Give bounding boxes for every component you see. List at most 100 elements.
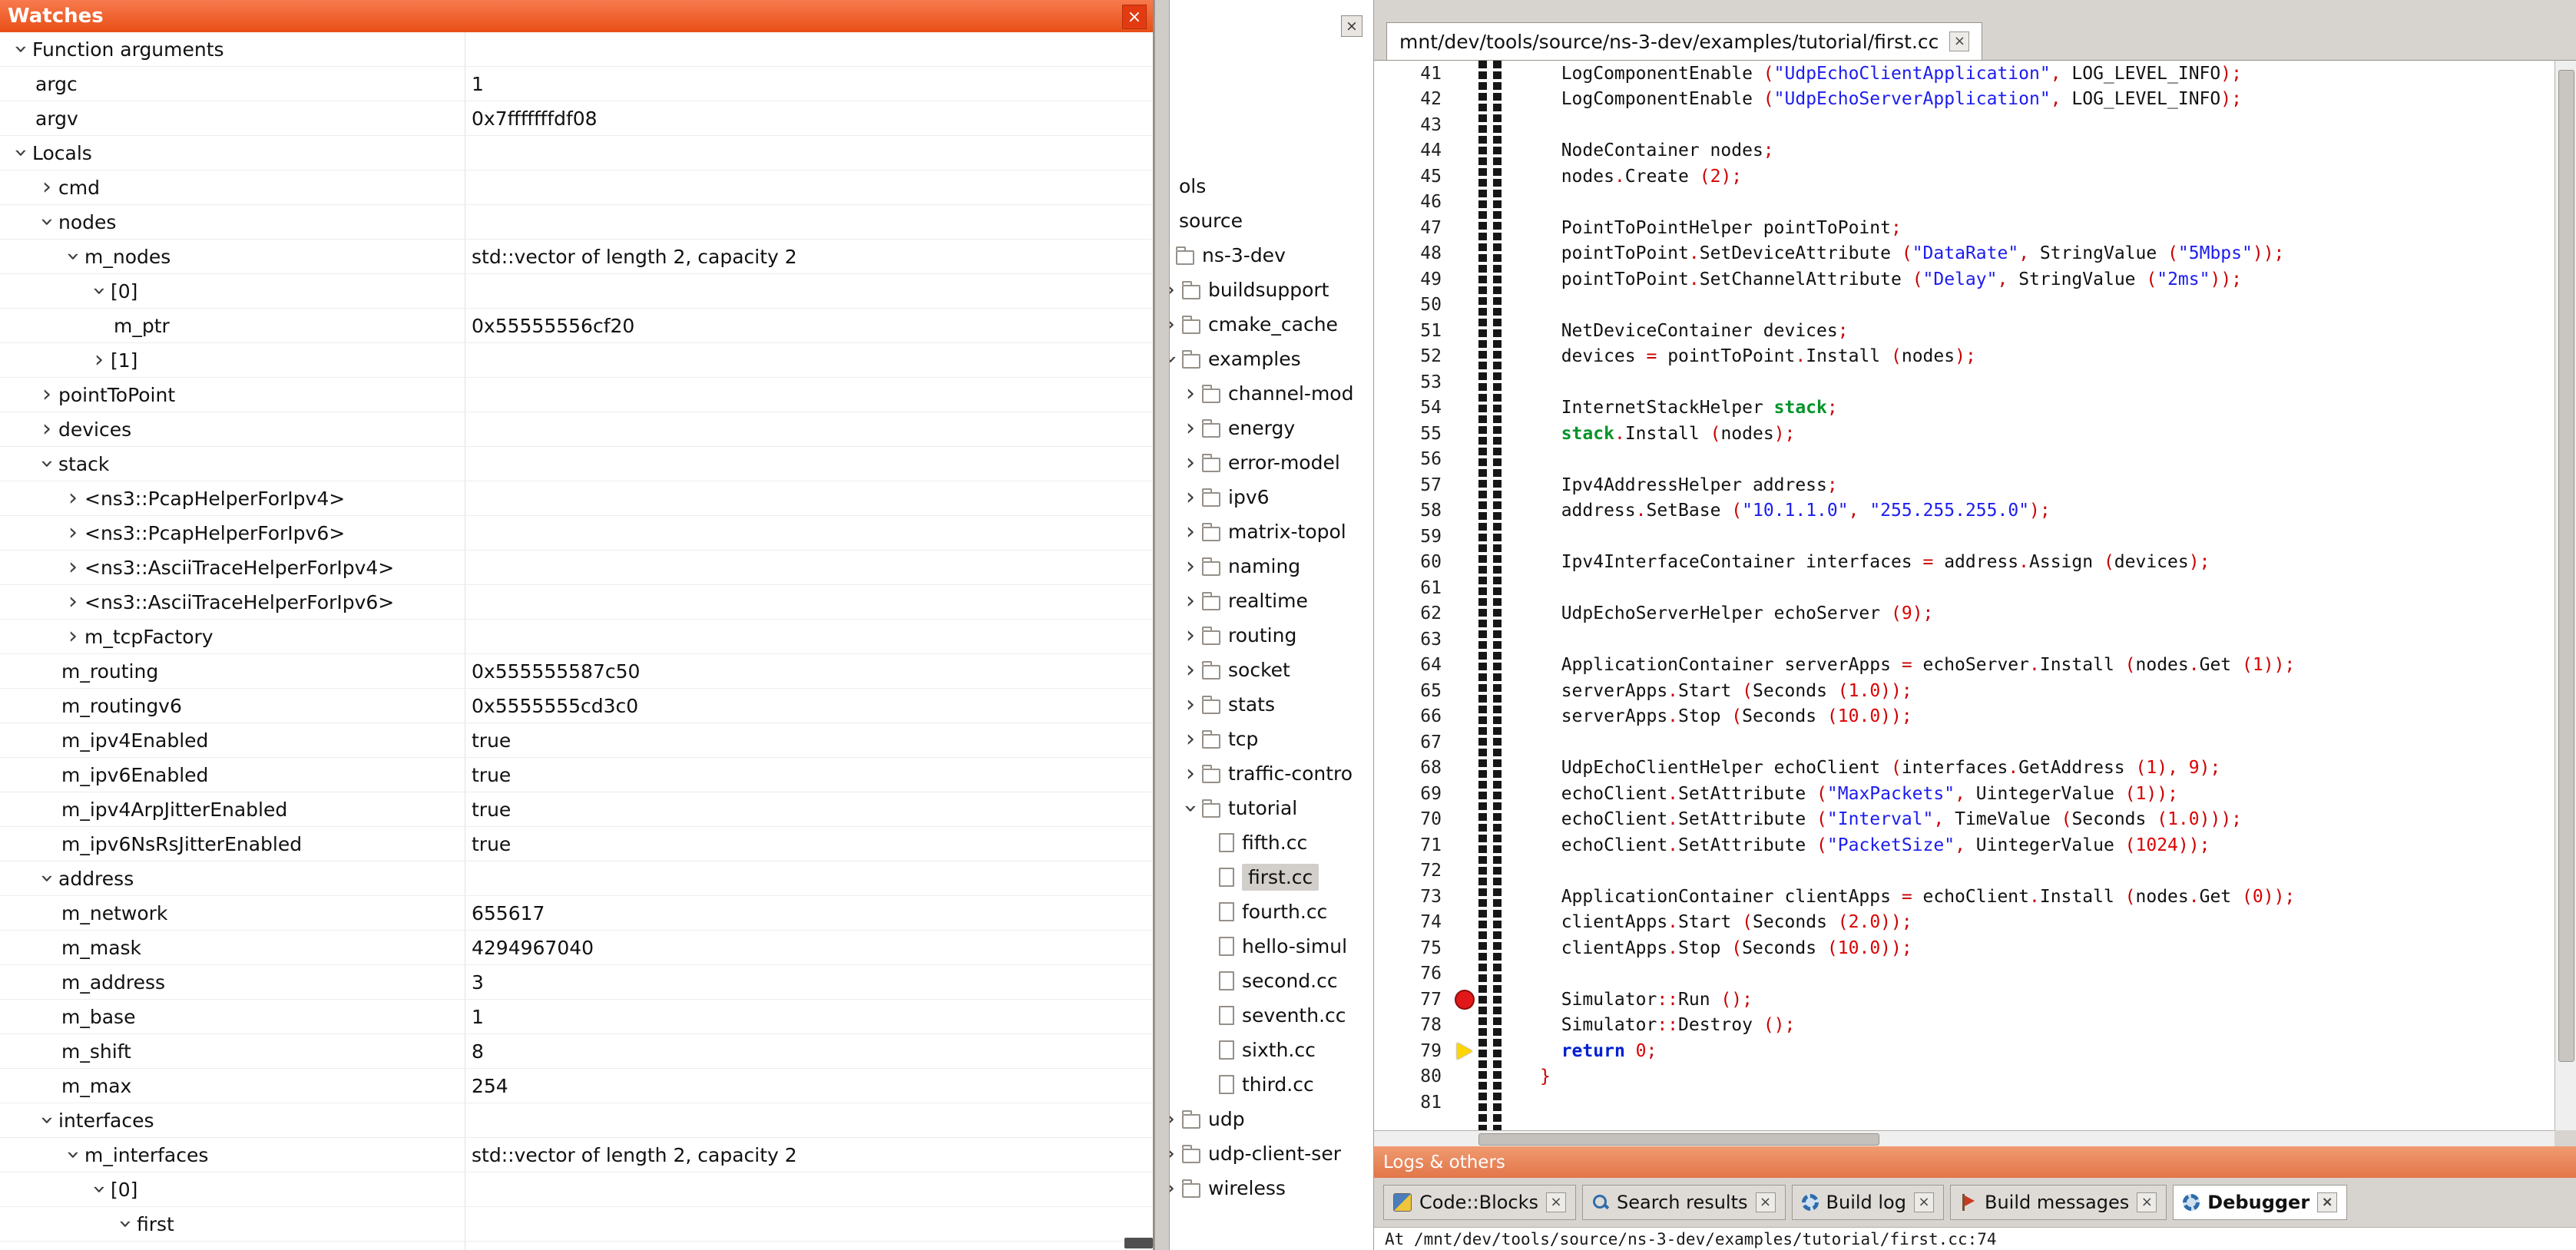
tree-item-hello-simul[interactable]: hello-simul xyxy=(1170,929,1373,964)
tree-item-source[interactable]: source xyxy=(1170,203,1373,238)
tree-item-tcp[interactable]: ›tcp xyxy=(1170,722,1373,756)
tree-item-error-model[interactable]: ›error-model xyxy=(1170,445,1373,480)
scrollbar-thumb[interactable] xyxy=(2558,70,2574,1062)
expand-icon[interactable]: › xyxy=(1179,451,1202,475)
code-text[interactable]: LogComponentEnable ("UdpEchoServerApplic… xyxy=(1540,89,2242,109)
breakpoint-marker[interactable] xyxy=(1455,990,1475,1010)
expand-icon[interactable]: › xyxy=(1179,486,1202,509)
collapse-icon[interactable]: › xyxy=(9,38,32,61)
tree-item-tutorial[interactable]: ›tutorial xyxy=(1170,791,1373,825)
tree-item-ols[interactable]: ols xyxy=(1170,169,1373,203)
code-text[interactable]: NetDeviceContainer devices; xyxy=(1540,321,1849,341)
tree-item-naming[interactable]: ›naming xyxy=(1170,549,1373,584)
logs-tab-code-blocks[interactable]: Code::Blocks× xyxy=(1383,1185,1576,1220)
watch-row-m-ipv6enabled[interactable]: m_ipv6Enabledtrue xyxy=(0,758,1153,792)
collapse-icon[interactable]: › xyxy=(114,1212,137,1235)
collapse-icon[interactable]: › xyxy=(35,1109,58,1132)
watch-row-m-base[interactable]: m_base1 xyxy=(0,1000,1153,1034)
tree-item-traffic-contro[interactable]: ›traffic-contro xyxy=(1170,756,1373,791)
expand-icon[interactable]: › xyxy=(35,418,58,441)
code-text[interactable]: Simulator::Destroy (); xyxy=(1540,1015,1795,1035)
collapse-icon[interactable]: › xyxy=(61,245,84,268)
close-icon[interactable]: × xyxy=(1341,15,1362,37)
tree-item-ipv6[interactable]: ›ipv6 xyxy=(1170,480,1373,514)
close-icon[interactable]: × xyxy=(1756,1192,1776,1212)
expand-icon[interactable]: › xyxy=(1179,382,1202,405)
logs-tab-build-log[interactable]: Build log× xyxy=(1792,1185,1944,1220)
watch-row-argc[interactable]: argc1 xyxy=(0,67,1153,101)
watch-row-m-interfaces[interactable]: ›m_interfacesstd::vector of length 2, ca… xyxy=(0,1138,1153,1172)
expand-icon[interactable]: › xyxy=(61,556,84,579)
tree-item-fourth-cc[interactable]: fourth.cc xyxy=(1170,895,1373,929)
collapse-icon[interactable]: › xyxy=(1179,797,1202,820)
expand-icon[interactable]: › xyxy=(1170,1143,1182,1166)
logs-tab-debugger[interactable]: Debugger× xyxy=(2173,1185,2347,1220)
code-text[interactable]: PointToPointHelper pointToPoint; xyxy=(1540,218,1902,238)
code-text[interactable]: stack.Install (nodes); xyxy=(1540,424,1795,444)
tree-item-fifth-cc[interactable]: fifth.cc xyxy=(1170,825,1373,860)
editor-horizontal-scrollbar[interactable] xyxy=(1374,1130,2554,1146)
collapse-icon[interactable]: › xyxy=(35,867,58,890)
watch-row-m-routing[interactable]: m_routing0x555555587c50 xyxy=(0,654,1153,689)
code-text[interactable]: } xyxy=(1540,1066,1551,1086)
code-text[interactable]: InternetStackHelper stack; xyxy=(1540,398,1838,418)
watches-horizontal-scrollbar-thumb[interactable] xyxy=(1124,1238,1153,1248)
expand-icon[interactable]: › xyxy=(1170,1108,1182,1131)
collapse-icon[interactable]: › xyxy=(88,279,111,303)
code-text[interactable]: ApplicationContainer serverApps = echoSe… xyxy=(1540,655,2295,675)
code-text[interactable]: UdpEchoClientHelper echoClient (interfac… xyxy=(1540,758,2220,778)
watch-row-0[interactable]: ›[0] xyxy=(0,1172,1153,1207)
logs-tab-search-results[interactable]: Search results× xyxy=(1582,1185,1785,1220)
code-text[interactable]: NodeContainer nodes; xyxy=(1540,141,1774,160)
watch-row-m-max[interactable]: m_max254 xyxy=(0,1069,1153,1103)
code-text[interactable]: nodes.Create (2); xyxy=(1540,167,1742,187)
expand-icon[interactable]: › xyxy=(1179,728,1202,751)
breakpoint-margin[interactable] xyxy=(1451,990,1478,1010)
watch-row-ns3-asciitracehelperforipv4[interactable]: ›<ns3::AsciiTraceHelperForIpv4> xyxy=(0,551,1153,585)
watch-row-m-ipv4arpjitterenabled[interactable]: m_ipv4ArpJitterEnabledtrue xyxy=(0,792,1153,827)
collapse-icon[interactable]: › xyxy=(61,1143,84,1166)
watch-row-first[interactable]: ›first xyxy=(0,1207,1153,1242)
expand-icon[interactable]: › xyxy=(1179,417,1202,440)
watch-row-stack[interactable]: ›stack xyxy=(0,447,1153,481)
code-text[interactable]: pointToPoint.SetChannelAttribute ("Delay… xyxy=(1540,270,2242,289)
watch-row-ns3-pcaphelperforipv6[interactable]: ›<ns3::PcapHelperForIpv6> xyxy=(0,516,1153,551)
editor-vertical-scrollbar[interactable] xyxy=(2554,61,2576,1130)
watch-row-argv[interactable]: argv0x7fffffffdf08 xyxy=(0,101,1153,136)
code-text[interactable]: address.SetBase ("10.1.1.0", "255.255.25… xyxy=(1540,501,2051,521)
tree-item-first-cc[interactable]: first.cc xyxy=(1170,860,1373,895)
tree-item-udp-client-ser[interactable]: ›udp-client-ser xyxy=(1170,1136,1373,1171)
tree-item-channel-mod[interactable]: ›channel-mod xyxy=(1170,376,1373,411)
tree-item-third-cc[interactable]: third.cc xyxy=(1170,1067,1373,1102)
expand-icon[interactable]: › xyxy=(61,487,84,510)
code-editor[interactable]: 41 LogComponentEnable ("UdpEchoClientApp… xyxy=(1374,61,2554,1130)
tree-item-buildsupport[interactable]: ›buildsupport xyxy=(1170,273,1373,307)
collapse-icon[interactable]: › xyxy=(35,452,58,475)
expand-icon[interactable]: › xyxy=(1170,313,1182,336)
code-text[interactable]: serverApps.Start (Seconds (1.0)); xyxy=(1540,681,1912,701)
code-text[interactable]: clientApps.Stop (Seconds (10.0)); xyxy=(1540,938,1912,958)
code-text[interactable]: echoClient.SetAttribute ("Interval", Tim… xyxy=(1540,809,2242,829)
scrollbar-thumb[interactable] xyxy=(1478,1133,1879,1146)
watch-row-m-ptr[interactable]: m_ptr0x5555555ca660 xyxy=(0,1242,1153,1250)
tree-item-sixth-cc[interactable]: sixth.cc xyxy=(1170,1033,1373,1067)
tree-item-energy[interactable]: ›energy xyxy=(1170,411,1373,445)
watch-row-nodes[interactable]: ›nodes xyxy=(0,205,1153,240)
expand-icon[interactable]: › xyxy=(1179,624,1202,647)
breakpoint-margin[interactable] xyxy=(1451,1043,1478,1060)
watch-row-m-shift[interactable]: m_shift8 xyxy=(0,1034,1153,1069)
expand-icon[interactable]: › xyxy=(35,383,58,406)
code-text[interactable]: UdpEchoServerHelper echoServer (9); xyxy=(1540,604,1933,623)
code-text[interactable]: serverApps.Stop (Seconds (10.0)); xyxy=(1540,706,1912,726)
code-text[interactable]: Simulator::Run (); xyxy=(1540,990,1753,1010)
code-text[interactable]: clientApps.Start (Seconds (2.0)); xyxy=(1540,912,1912,932)
tree-item-matrix-topol[interactable]: ›matrix-topol xyxy=(1170,514,1373,549)
tree-item-wireless[interactable]: ›wireless xyxy=(1170,1171,1373,1205)
expand-icon[interactable]: › xyxy=(1179,590,1202,613)
collapse-icon[interactable]: › xyxy=(9,141,32,164)
watch-row-cmd[interactable]: ›cmd xyxy=(0,170,1153,205)
tree-item-second-cc[interactable]: second.cc xyxy=(1170,964,1373,998)
close-icon[interactable]: × xyxy=(2137,1192,2157,1212)
code-text[interactable]: echoClient.SetAttribute ("MaxPackets", U… xyxy=(1540,784,2178,804)
code-text[interactable]: echoClient.SetAttribute ("PacketSize", U… xyxy=(1540,835,2210,855)
